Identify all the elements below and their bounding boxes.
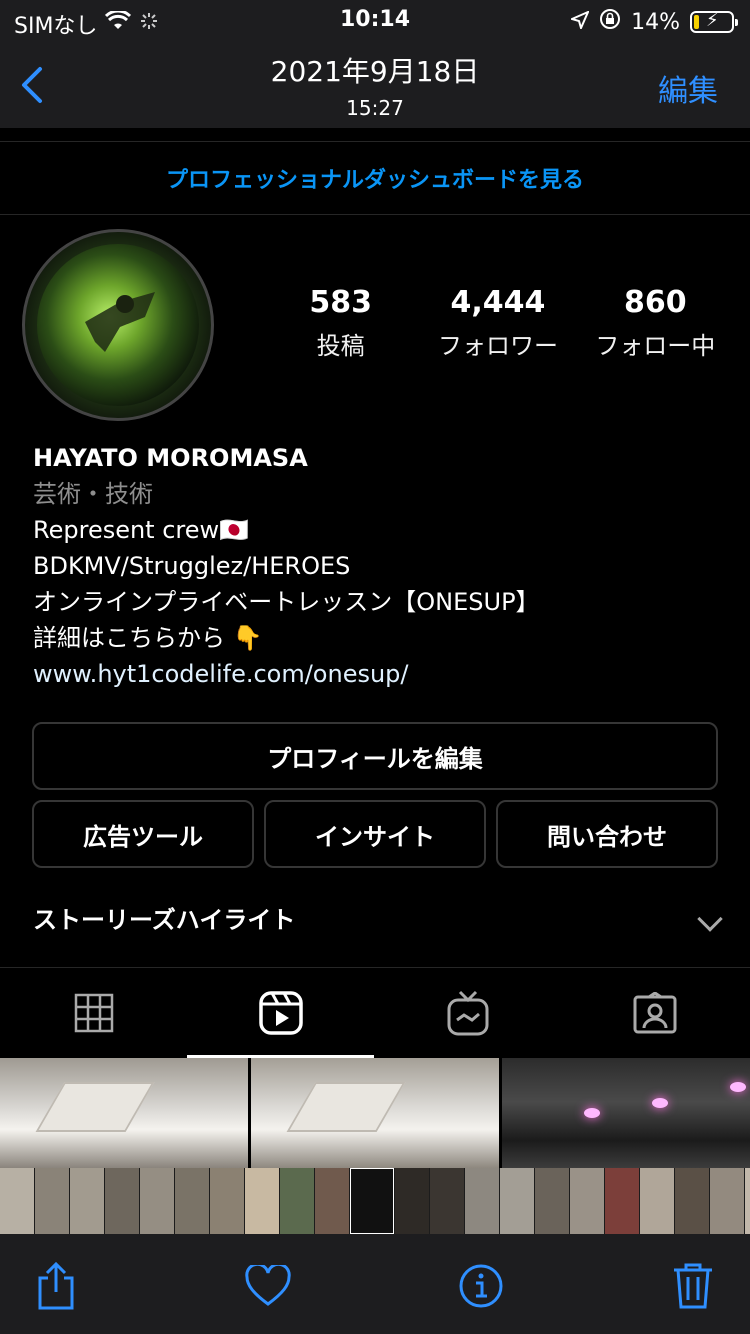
scrubber-thumbnail[interactable] xyxy=(70,1168,104,1234)
avatar-figure xyxy=(85,292,155,352)
professional-dashboard-link[interactable]: プロフェッショナルダッシュボードを見る xyxy=(0,141,750,215)
scrubber-thumbnail[interactable] xyxy=(315,1168,349,1234)
story-highlights-toggle[interactable]: ストーリーズハイライト xyxy=(33,900,723,946)
profile-tabs xyxy=(0,967,750,1058)
followers-label: フォロワー xyxy=(437,332,558,360)
posts-count: 583 xyxy=(309,285,372,320)
chevron-down-icon xyxy=(697,906,723,932)
scrubber-thumbnail[interactable] xyxy=(675,1168,709,1234)
bio-line: BDKMV/Strugglez/HEROES xyxy=(33,552,351,580)
battery-level xyxy=(694,15,700,29)
charging-bolt-icon: ⚡ xyxy=(706,10,719,31)
ceiling-panel xyxy=(35,1082,155,1132)
ceiling-panel xyxy=(286,1082,406,1132)
posts-label: 投稿 xyxy=(316,332,365,360)
contact-button[interactable]: 問い合わせ xyxy=(496,800,718,868)
heart-icon xyxy=(245,1265,291,1306)
scrubber-thumbnail[interactable] xyxy=(105,1168,139,1234)
scrubber-thumbnail[interactable] xyxy=(605,1168,639,1234)
bio-line: 詳細はこちらから 👇 xyxy=(33,624,263,652)
scrubber-thumbnail[interactable] xyxy=(245,1168,279,1234)
following-label: フォロー中 xyxy=(595,332,716,360)
bio-line: Represent crew🇯🇵 xyxy=(33,516,250,544)
scrubber-thumbnail[interactable] xyxy=(35,1168,69,1234)
scrubber-thumbnail[interactable] xyxy=(430,1168,464,1234)
scrubber-thumbnail[interactable] xyxy=(210,1168,244,1234)
scrubber-thumbnail[interactable] xyxy=(465,1168,499,1234)
tab-tagged[interactable] xyxy=(561,968,748,1058)
reel-thumbnail[interactable] xyxy=(251,1058,499,1168)
followers-stat[interactable]: 4,444 フォロワー xyxy=(419,285,576,361)
ceiling-light xyxy=(584,1108,600,1118)
profile-link[interactable]: www.hyt1codelife.com/onesup/ xyxy=(33,656,733,692)
battery-icon: ⚡ xyxy=(690,10,738,33)
share-icon xyxy=(38,1261,74,1310)
edit-button[interactable]: 編集 xyxy=(658,66,718,110)
delete-button[interactable] xyxy=(665,1258,721,1314)
info-icon xyxy=(459,1264,503,1308)
share-button[interactable] xyxy=(28,1258,84,1314)
profile-name: HAYATO MOROMASA xyxy=(33,444,308,472)
scrubber-thumbnail[interactable] xyxy=(280,1168,314,1234)
photo-date: 2021年9月18日 xyxy=(270,55,480,88)
ceiling-light xyxy=(730,1082,746,1092)
igtv-icon xyxy=(447,990,488,1036)
photo-time: 15:27 xyxy=(346,96,404,120)
tab-reels[interactable] xyxy=(187,968,374,1058)
scrubber-thumbnail[interactable] xyxy=(500,1168,534,1234)
grid-icon xyxy=(74,993,113,1033)
scrubber-thumbnail[interactable] xyxy=(395,1168,429,1234)
profile-actions: 広告ツール インサイト 問い合わせ xyxy=(32,800,718,868)
info-button[interactable] xyxy=(453,1258,509,1314)
scrubber-thumbnail[interactable] xyxy=(710,1168,744,1234)
status-bar: SIMなし 10:14 14% ⚡ xyxy=(0,0,750,42)
scrubber-thumbnail[interactable] xyxy=(640,1168,674,1234)
ad-tools-button[interactable]: 広告ツール xyxy=(32,800,254,868)
profile-stats: 583 投稿 4,444 フォロワー 860 フォロー中 xyxy=(262,285,734,361)
location-arrow-icon xyxy=(569,9,591,35)
tab-grid[interactable] xyxy=(0,968,187,1058)
favorite-button[interactable] xyxy=(240,1258,296,1314)
scrubber-thumbnail[interactable] xyxy=(535,1168,569,1234)
tab-igtv[interactable] xyxy=(374,968,561,1058)
photo-scrubber[interactable] xyxy=(0,1168,750,1234)
photos-top-bar: SIMなし 10:14 14% ⚡ 2021年9月18日 15:27 編集 xyxy=(0,0,750,128)
edit-profile-button[interactable]: プロフィールを編集 xyxy=(32,722,718,790)
orientation-lock-icon xyxy=(599,8,621,36)
reel-thumbnail[interactable] xyxy=(502,1058,750,1168)
scrubber-thumbnail-selected[interactable] xyxy=(350,1168,394,1234)
following-stat[interactable]: 860 フォロー中 xyxy=(577,285,734,361)
insights-button[interactable]: インサイト xyxy=(264,800,486,868)
posts-stat[interactable]: 583 投稿 xyxy=(262,285,419,361)
avatar[interactable] xyxy=(22,229,214,421)
scrubber-thumbnail[interactable] xyxy=(0,1168,34,1234)
profile-category: 芸術・技術 xyxy=(33,480,153,508)
battery-percent: 14% xyxy=(631,9,680,35)
scrubber-thumbnail[interactable] xyxy=(140,1168,174,1234)
reels-icon xyxy=(258,991,303,1035)
scrubber-thumbnail[interactable] xyxy=(175,1168,209,1234)
followers-count: 4,444 xyxy=(450,285,546,320)
bio-line: オンラインプライベートレッスン【ONESUP】 xyxy=(33,588,540,616)
ceiling-light xyxy=(652,1098,668,1108)
reels-grid xyxy=(0,1058,750,1168)
profile-bio: HAYATO MOROMASA 芸術・技術 Represent crew🇯🇵 B… xyxy=(33,440,733,692)
scrubber-thumbnail[interactable] xyxy=(570,1168,604,1234)
photo-datetime: 2021年9月18日 15:27 xyxy=(0,50,750,120)
photos-toolbar xyxy=(0,1234,750,1334)
reel-thumbnail[interactable] xyxy=(0,1058,248,1168)
following-count: 860 xyxy=(624,285,687,320)
tagged-person-icon xyxy=(633,992,676,1034)
photo-viewer-nav: 2021年9月18日 15:27 編集 xyxy=(0,42,750,128)
story-highlights-label: ストーリーズハイライト xyxy=(33,906,296,934)
scrubber-thumbnail[interactable] xyxy=(745,1168,750,1234)
trash-icon xyxy=(674,1263,712,1309)
